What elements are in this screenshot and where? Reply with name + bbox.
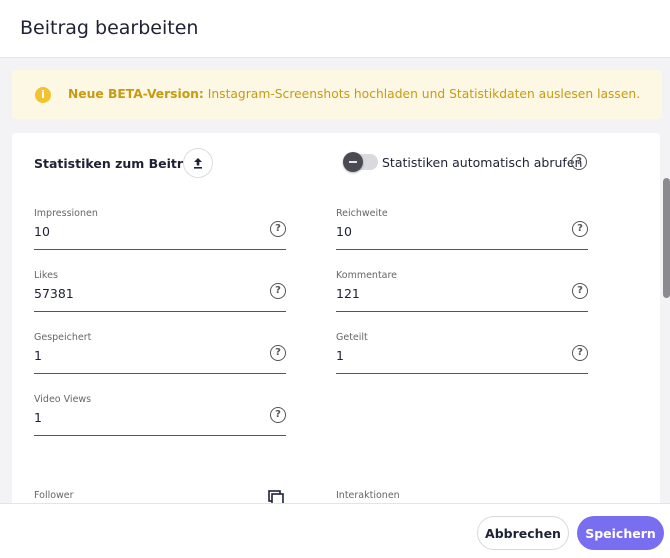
help-icon[interactable]: ? [270, 345, 286, 361]
dialog-footer: Abbrechen Speichern [0, 503, 670, 558]
field-kommentare[interactable]: Kommentare 121 ? [336, 270, 588, 312]
help-icon[interactable]: ? [270, 221, 286, 237]
field-value[interactable]: 1 [34, 410, 42, 425]
help-icon[interactable]: ? [571, 154, 587, 170]
help-icon[interactable]: ? [572, 345, 588, 361]
page-title: Beitrag bearbeiten [20, 17, 199, 39]
field-label: Kommentare [336, 270, 398, 281]
field-label: Follower [34, 490, 74, 501]
field-value[interactable]: 57381 [34, 286, 74, 301]
help-icon[interactable]: ? [270, 407, 286, 423]
auto-fetch-label: Statistiken automatisch abrufen [382, 155, 583, 170]
field-label: Reichweite [336, 208, 388, 219]
field-label: Interaktionen [336, 490, 400, 501]
dialog-header: Beitrag bearbeiten [0, 0, 670, 58]
cancel-button[interactable]: Abbrechen [477, 516, 569, 550]
toggle-knob [343, 152, 363, 172]
info-icon: i [35, 87, 51, 103]
upload-icon [194, 158, 202, 169]
field-label: Geteilt [336, 332, 368, 343]
field-video-views[interactable]: Video Views 1 ? [34, 394, 286, 436]
field-value[interactable]: 121 [336, 286, 360, 301]
auto-fetch-toggle[interactable] [343, 152, 378, 172]
field-label: Video Views [34, 394, 92, 405]
banner-text: Neue BETA-Version: Instagram-Screenshots… [68, 87, 640, 101]
field-geteilt[interactable]: Geteilt 1 ? [336, 332, 588, 374]
field-likes[interactable]: Likes 57381 ? [34, 270, 286, 312]
help-icon[interactable]: ? [572, 283, 588, 299]
field-label: Impressionen [34, 208, 98, 219]
help-icon[interactable]: ? [572, 221, 588, 237]
save-button[interactable]: Speichern [577, 516, 664, 550]
field-label: Gespeichert [34, 332, 92, 343]
field-value[interactable]: 10 [336, 224, 352, 239]
banner-message: Instagram-Screenshots hochladen und Stat… [203, 87, 641, 101]
banner-bold-text: Neue BETA-Version: [68, 87, 204, 101]
help-icon[interactable]: ? [270, 283, 286, 299]
copy-icon[interactable] [268, 490, 284, 504]
stats-card: Statistiken zum Beitrag Statistiken auto… [12, 133, 660, 513]
field-label: Likes [34, 270, 58, 281]
field-reichweite[interactable]: Reichweite 10 ? [336, 208, 588, 250]
upload-button[interactable] [183, 148, 213, 178]
field-value[interactable]: 1 [336, 348, 344, 363]
stats-title: Statistiken zum Beitrag [34, 156, 201, 171]
field-value[interactable]: 10 [34, 224, 50, 239]
field-value[interactable]: 1 [34, 348, 42, 363]
scrollbar[interactable] [663, 178, 670, 298]
field-impressionen[interactable]: Impressionen 10 ? [34, 208, 286, 250]
beta-banner: i Neue BETA-Version: Instagram-Screensho… [12, 70, 662, 119]
field-gespeichert[interactable]: Gespeichert 1 ? [34, 332, 286, 374]
